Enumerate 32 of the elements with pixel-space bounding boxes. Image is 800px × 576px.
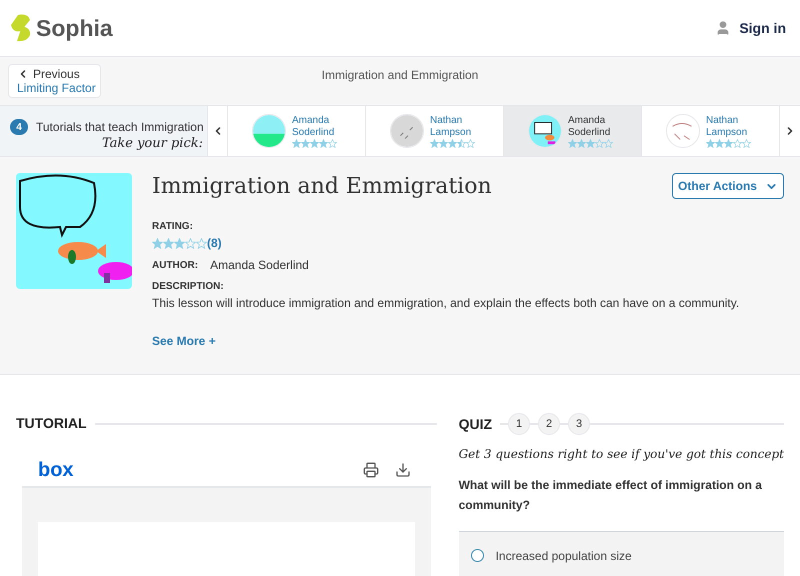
page-title: Immigration and Emmigration (322, 67, 478, 84)
tutorials-label: Tutorials that teach Immigration (36, 119, 204, 136)
quiz-question: What will be the immediate effect of immigration on a community? (458, 477, 763, 514)
rating-label: RATING: (152, 220, 194, 234)
previous-button[interactable]: Previous Limiting Factor (8, 64, 101, 98)
other-actions-button[interactable]: Other Actions (672, 173, 784, 199)
print-icon (362, 462, 379, 478)
description-label: DESCRIPTION: (152, 280, 225, 294)
answer-option[interactable]: Increased population size (458, 531, 784, 576)
download-icon (394, 462, 411, 478)
author-name: Amanda Soderlind (568, 114, 612, 138)
author-label: AUTHOR: (152, 258, 198, 272)
lesson-title: Immigration and Emmigration (152, 173, 492, 201)
logo[interactable]: Sophia (36, 10, 113, 46)
box-logo: box (38, 460, 74, 480)
radio-button[interactable] (470, 549, 484, 562)
tutorial-heading: TUTORIAL (16, 414, 87, 433)
description-text: This lesson will introduce immigration and emmigration, and explain the effects both can have on a community. (152, 295, 740, 312)
quiz-heading: QUIZ (458, 414, 492, 434)
author-name: Amanda Soderlind (292, 114, 336, 138)
see-more-link[interactable]: See More + (152, 332, 216, 350)
user-icon (715, 20, 732, 36)
count-badge: 4 (10, 119, 28, 135)
logo-icon (10, 14, 32, 42)
quiz-hint: Get 3 questions right to see if you've got this concept (458, 446, 784, 463)
author-name: Nathan Lampson (430, 114, 472, 138)
sign-in-button[interactable]: Sign in (715, 18, 790, 38)
pick-label: Take your pick: (102, 135, 203, 153)
tutorial-card[interactable]: Amanda Soderlind (503, 106, 641, 156)
author-name: Amanda Soderlind (210, 257, 309, 274)
author-name: Nathan Lampson (706, 114, 748, 138)
rating-count[interactable]: (8) (207, 234, 222, 252)
